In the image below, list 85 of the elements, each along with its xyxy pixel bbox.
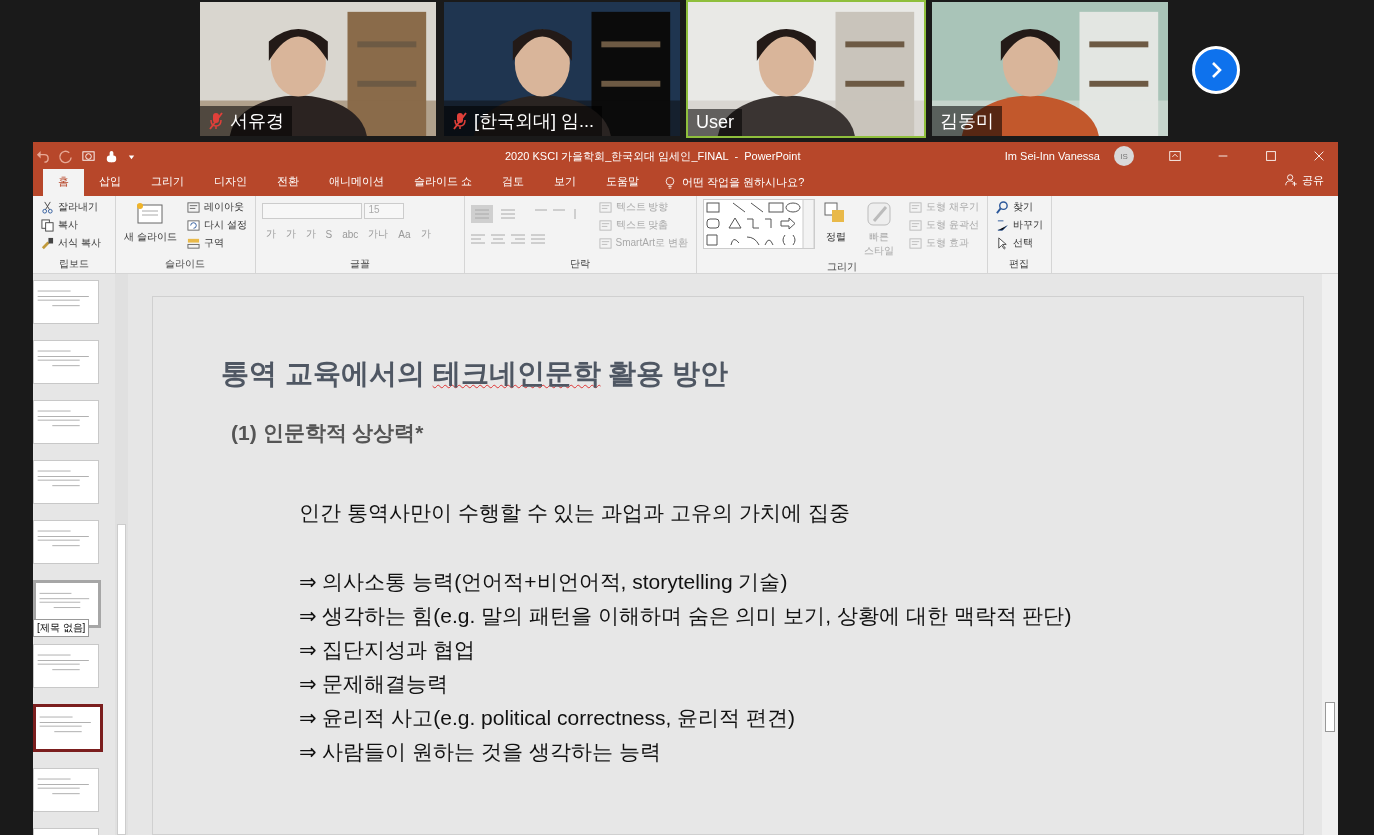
maximize-icon[interactable] xyxy=(1264,149,1278,163)
ribbon-tab[interactable]: 애니메이션 xyxy=(314,169,399,196)
ribbon-tab[interactable]: 슬라이드 쇼 xyxy=(399,169,488,196)
brush-icon xyxy=(865,201,892,227)
bullet-point: ⇒ 생각하는 힘(e.g. 말의 패턴을 이해하며 숨은 의미 보기, 상황에 대한 맥락적 판단) xyxy=(299,603,1073,629)
close-icon[interactable] xyxy=(1312,149,1326,163)
slide-text: 인간 통역사만이 수행할 수 있는 과업과 고유의 가치에 집중 xyxy=(299,500,851,526)
tell-me-field[interactable]: 어떤 작업을 원하시나요? xyxy=(664,175,805,196)
tooltip: [제목 없음] xyxy=(33,619,90,637)
document-icon xyxy=(908,236,922,250)
search-icon xyxy=(995,200,1009,214)
shapes-gallery[interactable] xyxy=(702,199,815,249)
font-name-field[interactable] xyxy=(261,203,362,219)
ribbon-tab[interactable]: 도움말 xyxy=(591,169,655,196)
section-icon xyxy=(186,236,200,250)
undo-icon[interactable] xyxy=(35,148,50,164)
font-format-button[interactable]: 가나 xyxy=(364,227,393,241)
brush-icon xyxy=(41,236,54,250)
copy-icon xyxy=(41,218,54,232)
font-format-button[interactable]: 가 xyxy=(261,227,280,241)
ribbon-command[interactable]: 바꾸기 xyxy=(993,217,1045,233)
ribbon-tab[interactable]: 삽입 xyxy=(84,169,136,196)
slide-subtitle: (1) 인문학적 상상력* xyxy=(231,420,425,446)
document-icon xyxy=(598,218,612,232)
slide-icon xyxy=(135,201,166,227)
ribbon-tab[interactable]: 그리기 xyxy=(136,169,199,196)
slide-thumbnail[interactable] xyxy=(33,704,103,752)
ribbon-command[interactable]: 다시 설정 xyxy=(184,217,249,233)
ribbon-group-label: 슬라이드 xyxy=(164,257,207,271)
cursor-icon xyxy=(995,236,1009,250)
document-icon xyxy=(186,200,200,214)
participant-name: 김동미 xyxy=(940,110,994,133)
ribbon-command[interactable]: 복사 xyxy=(39,217,103,233)
ribbon-group-label: 글꼴 xyxy=(348,257,371,271)
participant-name: 서유경 xyxy=(230,110,284,133)
new-slide-button[interactable]: 새 슬라이드 xyxy=(122,199,179,257)
document-icon xyxy=(908,218,922,232)
bullet-point: ⇒ 문제해결능력 xyxy=(299,671,450,697)
font-format-button[interactable]: 가 xyxy=(416,227,435,241)
scrollbar[interactable] xyxy=(115,274,128,835)
ribbon-command[interactable]: 서식 복사 xyxy=(39,235,103,251)
ribbon-tab[interactable]: 보기 xyxy=(539,169,592,196)
slideshow-icon[interactable] xyxy=(81,148,96,164)
scissors-icon xyxy=(41,200,54,214)
user-name: Im Sei-Inn Vanessa xyxy=(1004,150,1100,162)
ribbon-command[interactable]: 선택 xyxy=(993,235,1045,251)
ribbon-tab[interactable]: 홈 xyxy=(43,169,84,196)
next-page-button[interactable] xyxy=(1192,46,1240,94)
touch-mode-icon[interactable] xyxy=(104,148,119,164)
lightbulb-icon xyxy=(664,175,677,190)
participant-name: [한국외대] 임... xyxy=(474,110,594,133)
participant-name: User xyxy=(696,112,734,133)
bullet-point: ⇒ 사람들이 원하는 것을 생각하는 능력 xyxy=(299,739,662,765)
document-icon xyxy=(598,236,612,250)
slide-title: 통역 교육에서의 테크네인문학 활용 방안 xyxy=(221,357,730,391)
document-icon xyxy=(598,200,612,214)
ribbon-command[interactable]: 찾기 xyxy=(993,199,1045,215)
redo-icon[interactable] xyxy=(58,148,73,164)
ribbon-tab[interactable]: 전환 xyxy=(262,169,314,196)
font-format-button[interactable]: abc xyxy=(338,228,363,240)
bullet-point: ⇒ 윤리적 사고(e.g. political correctness, 윤리적 편견) xyxy=(299,705,797,731)
person-add-icon xyxy=(1284,173,1298,187)
bullet-point: ⇒ 의사소통 능력(언어적+비언어적, storytelling 기술) xyxy=(299,569,789,595)
ribbon-tab[interactable]: 디자인 xyxy=(199,169,262,196)
user-avatar[interactable]: IS xyxy=(1114,146,1134,166)
font-format-button[interactable]: 가 xyxy=(281,227,300,241)
ribbon-group-label: 그리기 xyxy=(825,260,858,274)
ribbon-group-label: 편집 xyxy=(1008,257,1031,271)
ribbon-command[interactable]: 레이아웃 xyxy=(184,199,249,215)
document-icon xyxy=(908,200,922,214)
font-format-button[interactable]: S xyxy=(321,228,337,240)
reset-icon xyxy=(186,218,200,232)
ribbon-command[interactable]: 잘라내기 xyxy=(39,199,103,215)
ribbon-group-label: 립보드 xyxy=(58,257,90,271)
window-title: 2020 KSCI 가을학회_한국외대 임세인_FINAL - PowerPoint xyxy=(505,148,801,164)
ribbon-tab[interactable]: 검토 xyxy=(487,169,540,196)
font-format-button[interactable]: 가 xyxy=(301,227,320,241)
bullet-point: ⇒ 집단지성과 협업 xyxy=(299,637,477,663)
scrollbar[interactable] xyxy=(1322,274,1338,835)
replace-icon xyxy=(995,218,1009,232)
ribbon-group-label: 단락 xyxy=(569,257,592,271)
ribbon-command[interactable]: 구역 xyxy=(184,235,249,251)
ribbon-display-icon[interactable] xyxy=(1168,149,1182,163)
share-button[interactable]: 공유 xyxy=(1270,170,1338,196)
arrange-button[interactable]: 정렬 xyxy=(820,199,851,260)
